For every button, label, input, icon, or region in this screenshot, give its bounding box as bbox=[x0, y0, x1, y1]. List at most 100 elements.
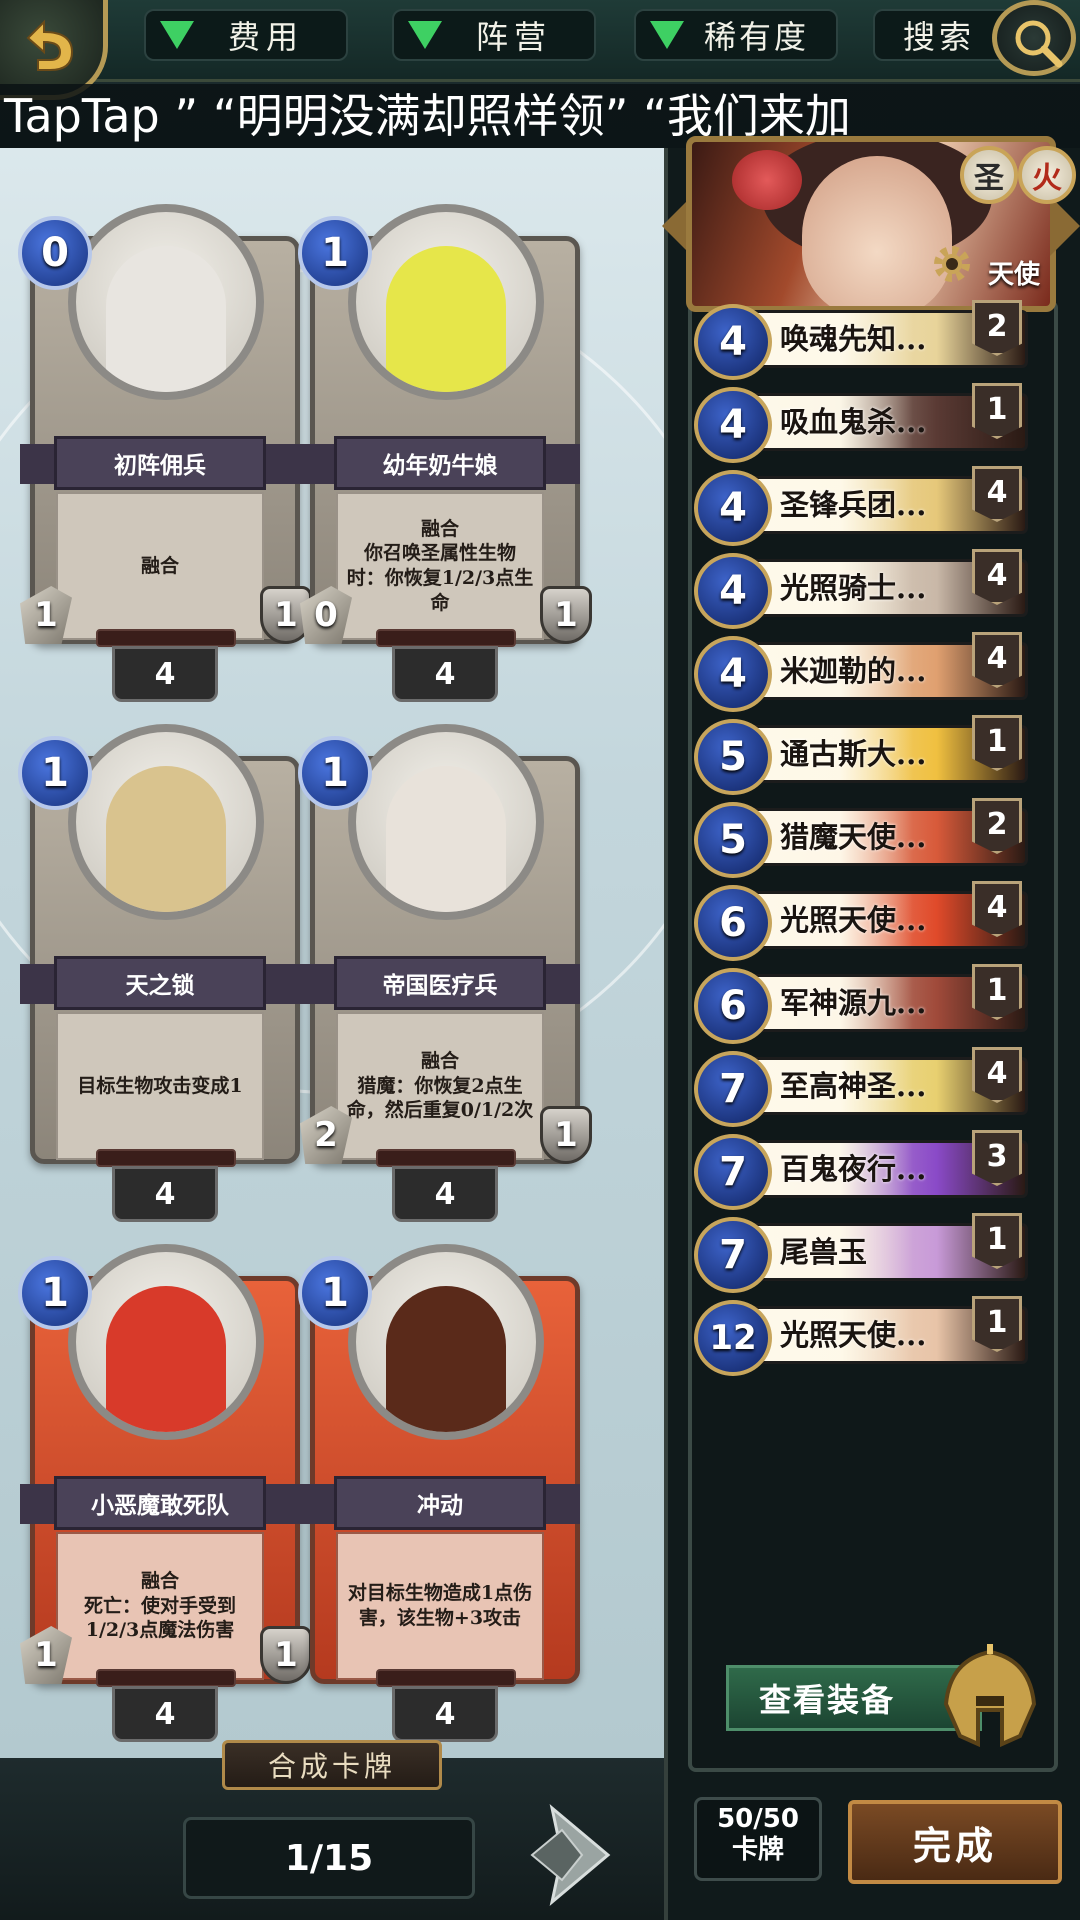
deck-card-cost: 12 bbox=[694, 1300, 772, 1376]
deck-card-cost: 5 bbox=[694, 802, 772, 878]
craft-card-button[interactable]: 合成卡牌 bbox=[222, 1740, 442, 1790]
flower-ornament bbox=[732, 150, 802, 210]
card-health: 1 bbox=[540, 586, 592, 644]
card-tile[interactable]: 1 天之锁 目标生物攻击变成1 4 bbox=[10, 706, 310, 1222]
card-name: 天之锁 bbox=[54, 956, 266, 1010]
next-arrow-icon bbox=[530, 1804, 611, 1906]
card-name-banner: 天之锁 bbox=[10, 956, 310, 1010]
card-cost: 1 bbox=[298, 216, 372, 290]
card-owned-count: 4 bbox=[392, 1166, 498, 1222]
card-progress-bar bbox=[376, 1669, 516, 1687]
deck-card-row[interactable]: 尾兽玉 7 1 bbox=[690, 1213, 1030, 1295]
card-figure bbox=[386, 246, 506, 392]
deck-card-cost: 7 bbox=[694, 1051, 772, 1127]
card-progress-bar bbox=[376, 629, 516, 647]
hero-class-label: 天使 bbox=[988, 260, 1041, 290]
deck-count-value: 50/50 bbox=[717, 1804, 799, 1834]
back-arrow-icon bbox=[26, 19, 74, 71]
deck-card-name: 吸血鬼杀... bbox=[780, 405, 927, 439]
card-name-banner: 初阵佣兵 bbox=[10, 436, 310, 490]
card-tile[interactable]: 0 初阵佣兵 融合 4 11 bbox=[10, 186, 312, 702]
deck-card-row[interactable]: 光照骑士... 4 4 bbox=[690, 549, 1030, 631]
deck-card-name: 唤魂先知... bbox=[780, 322, 927, 356]
card-description: 融合 死亡：使对手受到1/2/3点魔法伤害 bbox=[56, 1532, 264, 1680]
card-cost: 1 bbox=[18, 1256, 92, 1330]
deck-card-name: 光照天使... bbox=[780, 903, 927, 937]
card-art bbox=[348, 204, 544, 400]
cost-filter[interactable]: 费用 bbox=[144, 9, 348, 61]
page-indicator: 1/15 bbox=[183, 1817, 475, 1899]
deck-card-row[interactable]: 至高神圣... 7 4 bbox=[690, 1047, 1030, 1129]
card-name-banner: 幼年奶牛娘 bbox=[290, 436, 590, 490]
deck-card-row[interactable]: 唤魂先知... 4 2 bbox=[690, 300, 1030, 382]
frame-ornament-right bbox=[1050, 196, 1080, 256]
deck-card-row[interactable]: 圣锋兵团... 4 4 bbox=[690, 466, 1030, 548]
card-name: 小恶魔敢死队 bbox=[54, 1476, 266, 1530]
holy-faction-badge: 圣 bbox=[960, 146, 1018, 204]
deck-card-cost: 7 bbox=[694, 1134, 772, 1210]
deck-card-cost: 4 bbox=[694, 636, 772, 712]
deck-card-cost: 6 bbox=[694, 885, 772, 961]
faction-filter[interactable]: 阵营 bbox=[392, 9, 596, 61]
deck-card-name: 至高神圣... bbox=[780, 1069, 927, 1103]
deck-card-name: 米迦勒的... bbox=[780, 654, 927, 688]
deck-card-row[interactable]: 百鬼夜行... 7 3 bbox=[690, 1130, 1030, 1212]
dropdown-triangle-icon bbox=[160, 21, 194, 49]
card-owned-count: 4 bbox=[112, 646, 218, 702]
deck-card-row[interactable]: 光照天使... 6 4 bbox=[690, 881, 1030, 963]
deck-card-name: 尾兽玉 bbox=[780, 1235, 868, 1269]
deck-card-row[interactable]: 米迦勒的... 4 4 bbox=[690, 632, 1030, 714]
card-name-banner: 小恶魔敢死队 bbox=[10, 1476, 310, 1530]
search-button[interactable] bbox=[992, 0, 1076, 76]
deck-card-name: 光照天使... bbox=[780, 1318, 927, 1352]
deck-card-cost: 7 bbox=[694, 1217, 772, 1293]
deck-card-row[interactable]: 军神源九... 6 1 bbox=[690, 964, 1030, 1046]
card-cost: 0 bbox=[18, 216, 92, 290]
faction-filter-label: 阵营 bbox=[476, 18, 553, 56]
card-figure bbox=[106, 246, 226, 392]
deck-card-row[interactable]: 吸血鬼杀... 4 1 bbox=[690, 383, 1030, 465]
deck-card-row[interactable]: 光照天使... 12 1 bbox=[690, 1296, 1030, 1378]
deck-card-count: 50/50 卡牌 bbox=[694, 1797, 822, 1881]
hero-portrait[interactable]: 圣 火 天使 bbox=[662, 136, 1080, 326]
card-description: 融合 bbox=[56, 492, 264, 640]
rarity-filter[interactable]: 稀有度 bbox=[634, 9, 838, 61]
deck-card-name: 通古斯大... bbox=[780, 737, 927, 771]
deck-card-name: 光照骑士... bbox=[780, 571, 927, 605]
deck-card-cost: 4 bbox=[694, 304, 772, 380]
card-progress-bar bbox=[96, 629, 236, 647]
deck-card-name: 猎魔天使... bbox=[780, 820, 927, 854]
card-owned-count: 4 bbox=[112, 1686, 218, 1742]
card-tile[interactable]: 1 冲动 对目标生物造成1点伤害，该生物+3攻击 4 bbox=[290, 1226, 590, 1742]
hero-face bbox=[802, 156, 952, 306]
card-description: 对目标生物造成1点伤害，该生物+3攻击 bbox=[336, 1532, 544, 1680]
gear-icon[interactable] bbox=[930, 242, 974, 286]
card-art bbox=[68, 724, 264, 920]
card-tile[interactable]: 1 幼年奶牛娘 融合 你召唤圣属性生物时：你恢复1/2/3点生命 4 01 bbox=[290, 186, 592, 702]
card-progress-bar bbox=[96, 1149, 236, 1167]
card-owned-count: 4 bbox=[112, 1166, 218, 1222]
card-art bbox=[68, 1244, 264, 1440]
card-cost: 1 bbox=[18, 736, 92, 810]
card-name: 初阵佣兵 bbox=[54, 436, 266, 490]
deck-card-row[interactable]: 猎魔天使... 5 2 bbox=[690, 798, 1030, 880]
rarity-filter-label: 稀有度 bbox=[704, 18, 810, 56]
search-label: 搜索 bbox=[903, 18, 976, 56]
next-page-button[interactable] bbox=[522, 1800, 622, 1910]
card-owned-count: 4 bbox=[392, 646, 498, 702]
magnifier-icon bbox=[1015, 20, 1063, 68]
deck-card-cost: 4 bbox=[694, 553, 772, 629]
deck-card-row[interactable]: 通古斯大... 5 1 bbox=[690, 715, 1030, 797]
done-button[interactable]: 完成 bbox=[848, 1800, 1062, 1884]
card-tile[interactable]: 1 小恶魔敢死队 融合 死亡：使对手受到1/2/3点魔法伤害 4 11 bbox=[10, 1226, 312, 1742]
dropdown-triangle-icon bbox=[650, 21, 684, 49]
card-progress-bar bbox=[96, 1669, 236, 1687]
card-art bbox=[348, 1244, 544, 1440]
card-figure bbox=[106, 1286, 226, 1432]
deck-card-cost: 5 bbox=[694, 719, 772, 795]
card-cost: 1 bbox=[298, 1256, 372, 1330]
top-bar: 费用 阵营 稀有度 搜索 bbox=[0, 0, 1080, 100]
card-figure bbox=[106, 766, 226, 912]
card-tile[interactable]: 1 帝国医疗兵 融合 猎魔：你恢复2点生命，然后重复0/1/2次 4 21 bbox=[290, 706, 592, 1222]
card-cost: 1 bbox=[298, 736, 372, 810]
